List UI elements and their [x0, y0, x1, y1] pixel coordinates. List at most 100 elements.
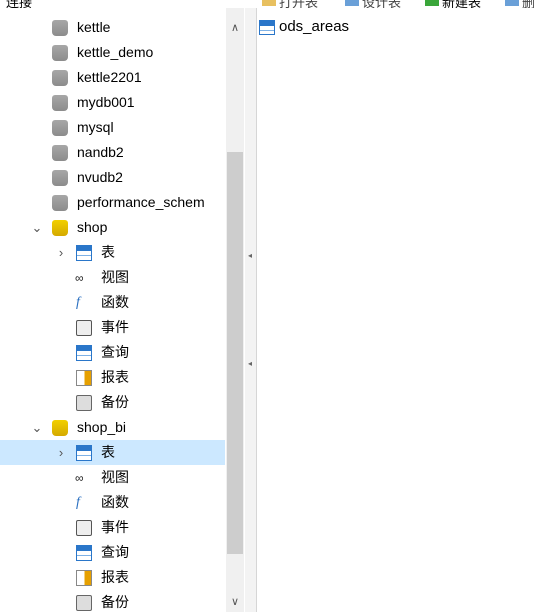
open-table-icon [262, 0, 276, 6]
database-icon [52, 70, 68, 86]
event-icon [76, 320, 92, 336]
database-label: mydb001 [77, 94, 135, 110]
chevron-right-icon[interactable]: › [54, 240, 68, 265]
tree-item-shop-functions[interactable]: f 函数 [0, 290, 225, 315]
tree-node-label: 函数 [101, 294, 129, 310]
tree-item-shop-bi-backups[interactable]: 备份 [0, 590, 225, 612]
design-table-icon [345, 0, 359, 6]
tree-item-shop-bi[interactable]: ⌄ shop_bi [0, 415, 225, 440]
database-icon [52, 120, 68, 136]
tree-item-shop-bi-events[interactable]: 事件 [0, 515, 225, 540]
object-item-ods-areas[interactable]: ods_areas [259, 16, 349, 38]
tree-node-label: 查询 [101, 544, 129, 560]
database-open-icon [52, 220, 68, 236]
database-label: kettle [77, 19, 111, 35]
chevron-right-icon[interactable]: › [54, 440, 68, 465]
tree-item-mysql[interactable]: mysql [0, 115, 225, 140]
tree-node-label: 事件 [101, 319, 129, 335]
backup-icon [76, 595, 92, 611]
scroll-up-icon[interactable]: ∧ [226, 20, 244, 36]
database-label: shop_bi [77, 419, 127, 435]
query-icon [76, 545, 92, 561]
database-label: mysql [77, 119, 114, 135]
open-table-button[interactable]: 打开表 [262, 0, 318, 8]
tree-item-nandb2[interactable]: nandb2 [0, 140, 225, 165]
scroll-down-icon[interactable]: ∨ [226, 594, 244, 610]
database-icon [52, 145, 68, 161]
new-table-icon [425, 0, 439, 6]
tree-node-label: 报表 [101, 369, 129, 385]
function-icon: f [76, 295, 80, 310]
tree-item-shop-bi-reports[interactable]: 报表 [0, 565, 225, 590]
pane-splitter[interactable]: ◂ ◂ [245, 8, 257, 612]
tree-item-shop-bi-functions[interactable]: f 函数 [0, 490, 225, 515]
chevron-down-icon[interactable]: ⌄ [30, 215, 44, 240]
tree-item-shop-views[interactable]: ∞ 视图 [0, 265, 225, 290]
tree-item-shop-events[interactable]: 事件 [0, 315, 225, 340]
scrollbar-thumb[interactable] [227, 152, 243, 554]
database-label: nandb2 [77, 144, 124, 160]
tree-item-shop-bi-queries[interactable]: 查询 [0, 540, 225, 565]
tree-item-nvudb2[interactable]: nvudb2 [0, 165, 225, 190]
backup-icon [76, 395, 92, 411]
new-table-button[interactable]: 新建表 [425, 0, 481, 8]
tree-item-shop-bi-tables[interactable]: › 表 [0, 440, 225, 465]
view-icon: ∞ [75, 271, 84, 285]
navigation-pane: kettle kettle_demo kettle2201 mydb001 my… [0, 8, 246, 612]
tree-item-kettle[interactable]: kettle [0, 15, 225, 40]
new-table-label: 新建表 [442, 0, 482, 8]
tree-node-label: 表 [101, 244, 115, 260]
tree-item-kettle2201[interactable]: kettle2201 [0, 65, 225, 90]
tree-node-label: 备份 [101, 594, 129, 610]
database-label: shop [77, 219, 108, 235]
tree-item-shop-bi-views[interactable]: ∞ 视图 [0, 465, 225, 490]
database-label: performance_schem [77, 194, 205, 210]
delete-table-label: 删 [522, 0, 535, 8]
tree-node-label: 视图 [101, 269, 129, 285]
tree-item-shop-backups[interactable]: 备份 [0, 390, 225, 415]
splitter-grip-icon[interactable]: ◂ [247, 252, 253, 260]
delete-table-icon [505, 0, 519, 6]
delete-table-button[interactable]: 删 [505, 0, 535, 8]
chevron-down-icon[interactable]: ⌄ [30, 415, 44, 440]
database-icon [52, 20, 68, 36]
connection-header-label: 连接 [6, 0, 33, 8]
design-table-button[interactable]: 设计表 [345, 0, 401, 8]
tree-node-label: 函数 [101, 494, 129, 510]
design-table-label: 设计表 [362, 0, 402, 8]
event-icon [76, 520, 92, 536]
object-list-pane: ods_areas [257, 8, 535, 612]
table-icon [76, 245, 92, 261]
tree-node-label: 视图 [101, 469, 129, 485]
report-icon [76, 370, 92, 386]
tree-node-label: 表 [101, 444, 115, 460]
database-icon [52, 95, 68, 111]
database-label: kettle2201 [77, 69, 142, 85]
tree-item-shop-queries[interactable]: 查询 [0, 340, 225, 365]
tree-item-performance-schema[interactable]: performance_schem [0, 190, 225, 215]
tree-node-label: 事件 [101, 519, 129, 535]
database-label: kettle_demo [77, 44, 154, 60]
splitter-grip-icon[interactable]: ◂ [247, 360, 253, 368]
tree-item-shop-tables[interactable]: › 表 [0, 240, 225, 265]
tree-item-shop-reports[interactable]: 报表 [0, 365, 225, 390]
table-icon [259, 19, 275, 35]
object-label: ods_areas [279, 18, 350, 35]
tree-node-label: 报表 [101, 569, 129, 585]
database-icon [52, 195, 68, 211]
report-icon [76, 570, 92, 586]
tree-item-shop[interactable]: ⌄ shop [0, 215, 225, 240]
tree-item-mydb001[interactable]: mydb001 [0, 90, 225, 115]
database-open-icon [52, 420, 68, 436]
table-icon [76, 445, 92, 461]
tree-node-label: 备份 [101, 394, 129, 410]
tree-scrollbar[interactable]: ∧ ∨ [226, 8, 244, 612]
database-tree: kettle kettle_demo kettle2201 mydb001 my… [0, 15, 225, 612]
database-icon [52, 170, 68, 186]
database-icon [52, 45, 68, 61]
tree-item-kettle-demo[interactable]: kettle_demo [0, 40, 225, 65]
open-table-label: 打开表 [279, 0, 319, 8]
function-icon: f [76, 495, 80, 510]
database-label: nvudb2 [77, 169, 123, 185]
view-icon: ∞ [75, 471, 84, 485]
